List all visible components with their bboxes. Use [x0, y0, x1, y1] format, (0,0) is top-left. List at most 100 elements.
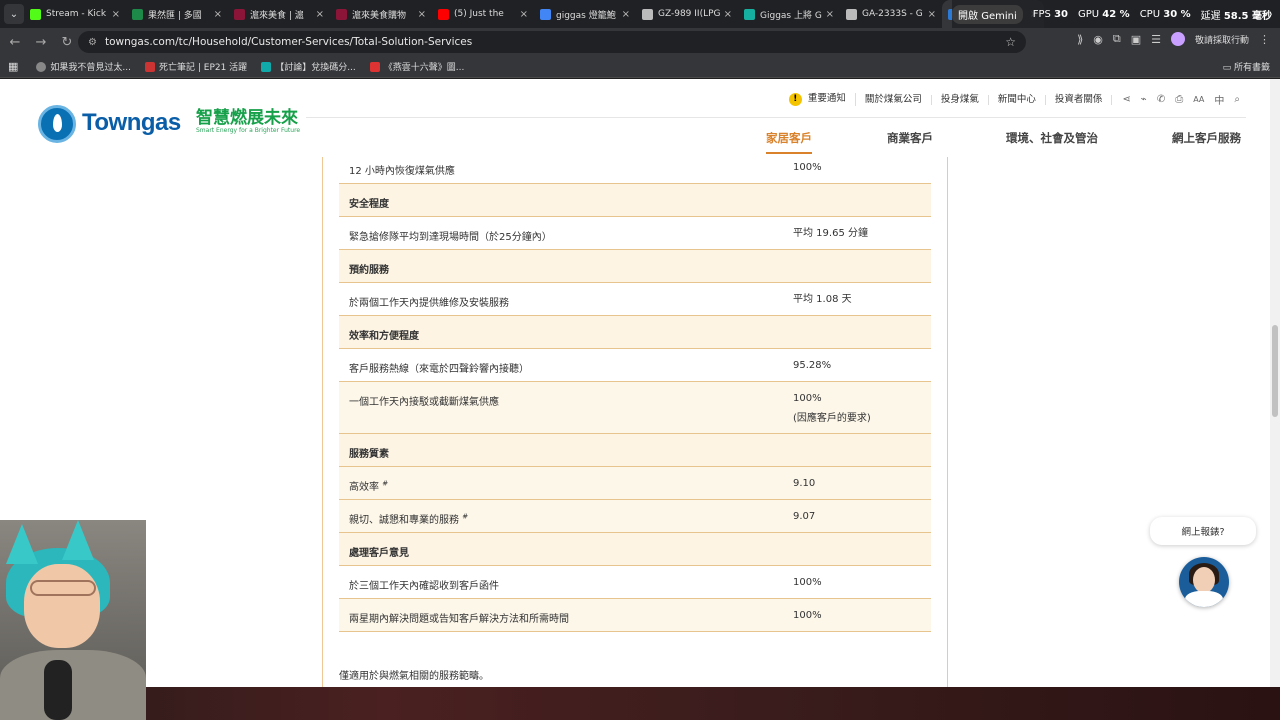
tab-favicon-icon: [438, 8, 449, 20]
reload-icon[interactable]: ↻: [56, 31, 78, 53]
news-link[interactable]: 新聞中心: [989, 94, 1046, 105]
tab-favicon-icon: [846, 8, 857, 20]
menu-dots-icon[interactable]: ⋮: [1259, 33, 1270, 46]
browser-tab[interactable]: Stream - Kick ×: [24, 0, 126, 28]
browser-tab[interactable]: 滬來美食購物 ×: [330, 0, 432, 28]
row-label: 處理客戶意見: [349, 548, 409, 559]
row-value: 平均 1.08 天: [793, 294, 852, 305]
address-bar[interactable]: ⚙ towngas.com/tc/Household/Customer-Serv…: [78, 31, 1026, 53]
apps-grid-icon[interactable]: ▦: [8, 60, 18, 73]
important-notice-link[interactable]: ! 重要通知: [780, 93, 856, 106]
row-value: 平均 19.65 分鐘: [793, 228, 868, 239]
nav-esg[interactable]: 環境、社會及管治: [1006, 130, 1098, 146]
extension-icon[interactable]: ◉: [1093, 33, 1103, 46]
back-arrow-icon[interactable]: ←: [4, 31, 26, 53]
nav-commercial[interactable]: 商業客戶: [887, 130, 933, 146]
site-info-icon[interactable]: ⚙: [88, 37, 97, 48]
tab-close-icon[interactable]: ×: [826, 9, 834, 20]
about-link[interactable]: 關於煤氣公司: [856, 94, 932, 105]
chat-avatar[interactable]: [1179, 557, 1229, 607]
bookmark-item[interactable]: 死亡筆記 | EP21 活躍: [145, 60, 247, 73]
streamer-face: [24, 564, 100, 648]
print-icon[interactable]: ⎙: [1175, 94, 1183, 105]
browser-tab[interactable]: (5) Just the ×: [432, 0, 534, 28]
translate-icon[interactable]: ⟫: [1077, 33, 1083, 46]
tab-favicon-icon: [132, 8, 143, 20]
tab-favicon-icon: [744, 8, 755, 20]
tab-favicon-icon: [234, 8, 245, 20]
bookmark-star-icon[interactable]: ☆: [1005, 35, 1016, 49]
stream-overlay-strip: [0, 687, 1280, 720]
browser-tab[interactable]: giggas 燈籠鮑 ×: [534, 0, 636, 28]
search-icon[interactable]: ⌕: [1234, 94, 1240, 105]
tab-close-icon[interactable]: ×: [928, 9, 936, 20]
table-row: 一個工作天內接駁或截斷煤氣供應 100% (因應客戶的要求): [339, 382, 931, 434]
active-nav-underline: [766, 152, 812, 154]
browser-tab[interactable]: 果然匯 | 多國 ×: [126, 0, 228, 28]
towngas-flame-logo-icon[interactable]: [38, 105, 76, 143]
forward-arrow-icon[interactable]: →: [30, 31, 52, 53]
profile-avatar[interactable]: [1170, 32, 1185, 46]
browser-tab[interactable]: GZ-989 II(LPG ×: [636, 0, 738, 28]
content-border-right: [947, 157, 948, 687]
tab-close-icon[interactable]: ×: [316, 9, 324, 20]
action-required-label[interactable]: 敬請採取行動: [1195, 33, 1249, 46]
table-section-header: 服務質素: [339, 434, 931, 467]
tab-title: GA-2333S - G: [862, 9, 923, 19]
row-label: 兩星期內解決問題或告知客戶解決方法和所需時間: [349, 614, 569, 625]
tab-close-icon[interactable]: ×: [418, 9, 426, 20]
tab-favicon-icon: [30, 8, 41, 20]
microphone: [44, 660, 72, 720]
browser-tab-bar: ⌄ Stream - Kick × 果然匯 | 多國 × 滬來美食 | 滬 × 滬來美食購物…: [0, 0, 1280, 28]
bookmark-item[interactable]: 【討論】兌換碼分...: [261, 60, 356, 73]
share-icon[interactable]: ⋖: [1122, 94, 1130, 105]
nav-online-services[interactable]: 網上客戶服務: [1172, 130, 1241, 146]
table-row: 於兩個工作天內提供維修及安裝服務 平均 1.08 天: [339, 283, 931, 316]
chat-bubble[interactable]: 網上報錶?: [1150, 517, 1256, 545]
row-label: 緊急搶修隊平均到達現場時間（於25分鐘內）: [349, 232, 552, 243]
footnote-mark: #: [382, 479, 389, 488]
careers-link[interactable]: 投身煤氣: [932, 94, 989, 105]
fps-value: 30: [1054, 8, 1068, 20]
table-section-header: 安全程度: [339, 184, 931, 217]
avatar-body: [1185, 591, 1223, 607]
nav-household[interactable]: 家居客戶: [766, 130, 812, 146]
gemini-button[interactable]: 開啟 Gemini: [952, 4, 1023, 24]
extensions-puzzle-icon[interactable]: ⧉: [1113, 32, 1121, 46]
phone-icon[interactable]: ✆: [1157, 94, 1165, 105]
row-label: 安全程度: [349, 199, 389, 210]
reading-list-icon[interactable]: ☰: [1151, 33, 1161, 46]
browser-toolbar: ← → ↻ ⚙ towngas.com/tc/Household/Custome…: [0, 28, 1280, 56]
bookmark-item[interactable]: 如果我不曾見过太...: [36, 60, 131, 73]
tab-close-icon[interactable]: ×: [622, 9, 630, 20]
table-row: 客戶服務熱線（來電於四聲鈴響內接聽） 95.28%: [339, 349, 931, 382]
slogan: 智慧燃展未來 Smart Energy for a Brighter Futur…: [196, 109, 300, 134]
gpu-label: GPU: [1077, 8, 1100, 20]
gpu-value: 42 %: [1102, 8, 1130, 20]
globe-icon: [36, 61, 47, 72]
cat-ear-right: [62, 520, 94, 560]
browser-tab[interactable]: 滬來美食 | 滬 ×: [228, 0, 330, 28]
tab-close-icon[interactable]: ×: [520, 9, 528, 20]
page-scrollbar[interactable]: [1270, 79, 1280, 687]
all-bookmarks-button[interactable]: ▭ 所有書籤: [1223, 60, 1270, 73]
bookmark-item[interactable]: 《燕雲十六聲》圖...: [369, 60, 464, 73]
tab-close-icon[interactable]: ×: [724, 9, 732, 20]
browser-tab[interactable]: GA-2333S - G ×: [840, 0, 942, 28]
row-label: 服務質素: [349, 449, 389, 460]
cast-icon[interactable]: ▣: [1131, 33, 1141, 46]
tab-close-icon[interactable]: ×: [112, 9, 120, 20]
row-label: 12 小時內恢復煤氣供應: [349, 166, 455, 177]
language-toggle[interactable]: 中: [1214, 92, 1224, 107]
row-value: 100%: [793, 393, 822, 404]
latency-label: 延遲: [1200, 10, 1221, 22]
investor-link[interactable]: 投資者關係: [1046, 94, 1113, 105]
font-size-icon[interactable]: AA: [1193, 95, 1204, 104]
logo-text[interactable]: Towngas: [82, 109, 181, 137]
scrollbar-thumb[interactable]: [1272, 325, 1278, 417]
rss-icon[interactable]: ⌁: [1141, 94, 1147, 105]
browser-tab[interactable]: Giggas 上將 G ×: [738, 0, 840, 28]
webcam-overlay: [0, 520, 146, 720]
tab-close-icon[interactable]: ×: [214, 9, 222, 20]
tab-search-icon[interactable]: ⌄: [4, 4, 24, 24]
